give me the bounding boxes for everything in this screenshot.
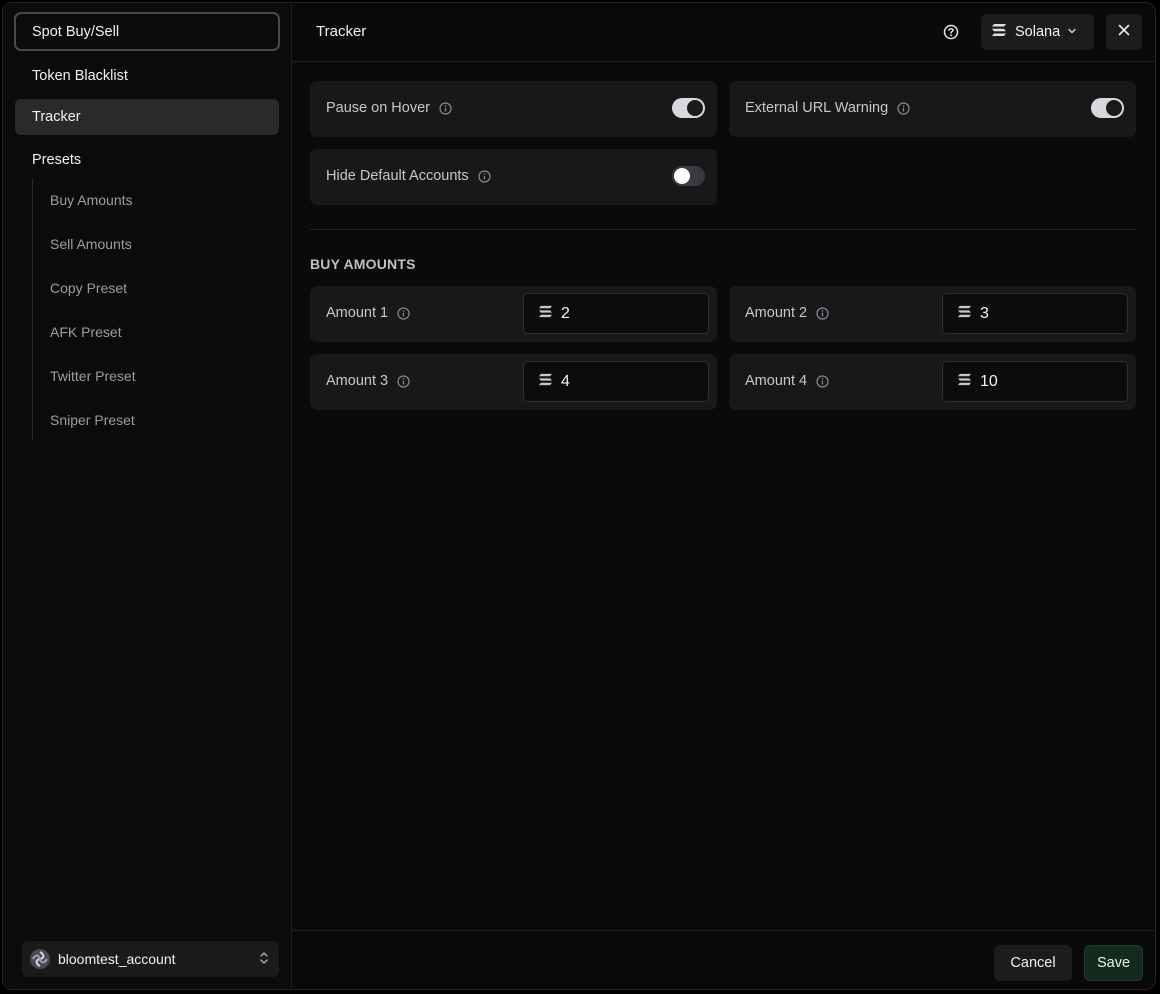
save-button[interactable]: Save bbox=[1084, 945, 1143, 981]
solana-icon bbox=[957, 305, 972, 323]
toggle-card-pause-on-hover: Pause on Hover bbox=[310, 81, 717, 137]
info-icon[interactable] bbox=[478, 169, 491, 183]
sidebar-item-presets[interactable]: Presets bbox=[15, 142, 279, 178]
sidebar-item-twitter-preset[interactable]: Twitter Preset bbox=[34, 360, 272, 392]
toggle-card-external-url-warning: External URL Warning bbox=[729, 81, 1136, 137]
amount-card-3: Amount 3 4 bbox=[310, 354, 717, 410]
solana-icon bbox=[957, 373, 972, 391]
section-title-buy-amounts: BUY AMOUNTS bbox=[310, 256, 416, 272]
toggle-card-hide-default-accounts: Hide Default Accounts bbox=[310, 149, 717, 205]
main-panel: Tracker Solana Pause on Hover External U… bbox=[292, 3, 1155, 989]
toggle-label: Pause on Hover bbox=[326, 100, 430, 116]
hide-default-accounts-toggle[interactable] bbox=[672, 166, 705, 186]
toggle-label: Hide Default Accounts bbox=[326, 168, 469, 184]
settings-window: Spot Buy/Sell Token Blacklist Tracker Pr… bbox=[2, 2, 1156, 990]
amount-card-1: Amount 1 2 bbox=[310, 286, 717, 342]
sidebar: Spot Buy/Sell Token Blacklist Tracker Pr… bbox=[3, 3, 292, 989]
solana-icon bbox=[538, 305, 553, 323]
amount-label: Amount 3 bbox=[326, 373, 389, 389]
account-name: bloomtest_account bbox=[58, 951, 176, 967]
header: Tracker Solana bbox=[292, 3, 1155, 62]
sidebar-item-spot-buy-sell[interactable]: Spot Buy/Sell bbox=[14, 12, 280, 51]
info-icon[interactable] bbox=[897, 101, 910, 115]
sidebar-item-sell-amounts[interactable]: Sell Amounts bbox=[34, 228, 272, 260]
chevron-down-icon bbox=[1067, 23, 1077, 41]
amount-label: Amount 1 bbox=[326, 305, 389, 321]
sidebar-item-token-blacklist[interactable]: Token Blacklist bbox=[15, 58, 279, 94]
close-button[interactable] bbox=[1106, 14, 1142, 50]
solana-icon bbox=[991, 23, 1007, 42]
sidebar-item-afk-preset[interactable]: AFK Preset bbox=[34, 316, 272, 348]
account-switcher[interactable]: bloomtest_account bbox=[22, 941, 279, 977]
amount-1-input[interactable]: 2 bbox=[523, 293, 709, 334]
amount-label: Amount 2 bbox=[745, 305, 808, 321]
external-url-warning-toggle[interactable] bbox=[1091, 98, 1124, 118]
amount-card-2: Amount 2 3 bbox=[729, 286, 1136, 342]
cancel-button[interactable]: Cancel bbox=[994, 945, 1072, 981]
amount-3-input[interactable]: 4 bbox=[523, 361, 709, 402]
amount-label: Amount 4 bbox=[745, 373, 808, 389]
info-icon[interactable] bbox=[397, 374, 410, 388]
chain-select-label: Solana bbox=[1015, 24, 1061, 40]
amount-card-4: Amount 4 10 bbox=[729, 354, 1136, 410]
footer: Cancel Save bbox=[292, 930, 1155, 989]
sidebar-item-copy-preset[interactable]: Copy Preset bbox=[34, 272, 272, 304]
info-icon[interactable] bbox=[439, 101, 452, 115]
pause-on-hover-toggle[interactable] bbox=[672, 98, 705, 118]
account-avatar bbox=[30, 949, 50, 969]
info-icon[interactable] bbox=[397, 306, 410, 320]
amount-value: 10 bbox=[980, 372, 998, 390]
info-icon[interactable] bbox=[816, 306, 829, 320]
section-divider bbox=[310, 229, 1136, 230]
amount-4-input[interactable]: 10 bbox=[942, 361, 1128, 402]
chevron-updown-icon bbox=[259, 951, 269, 970]
amount-value: 2 bbox=[561, 304, 570, 322]
amount-2-input[interactable]: 3 bbox=[942, 293, 1128, 334]
solana-icon bbox=[538, 373, 553, 391]
page-title: Tracker bbox=[316, 23, 367, 40]
close-icon bbox=[1118, 23, 1130, 41]
presets-subnav: Buy Amounts Sell Amounts Copy Preset AFK… bbox=[32, 178, 272, 440]
info-icon[interactable] bbox=[816, 374, 829, 388]
amount-value: 3 bbox=[980, 304, 989, 322]
sidebar-item-sniper-preset[interactable]: Sniper Preset bbox=[34, 404, 272, 436]
amount-value: 4 bbox=[561, 372, 570, 390]
chain-select[interactable]: Solana bbox=[981, 14, 1094, 50]
help-circle-icon[interactable] bbox=[942, 23, 960, 41]
sidebar-item-buy-amounts[interactable]: Buy Amounts bbox=[34, 184, 272, 216]
toggle-label: External URL Warning bbox=[745, 100, 889, 116]
sidebar-item-tracker[interactable]: Tracker bbox=[15, 99, 279, 135]
